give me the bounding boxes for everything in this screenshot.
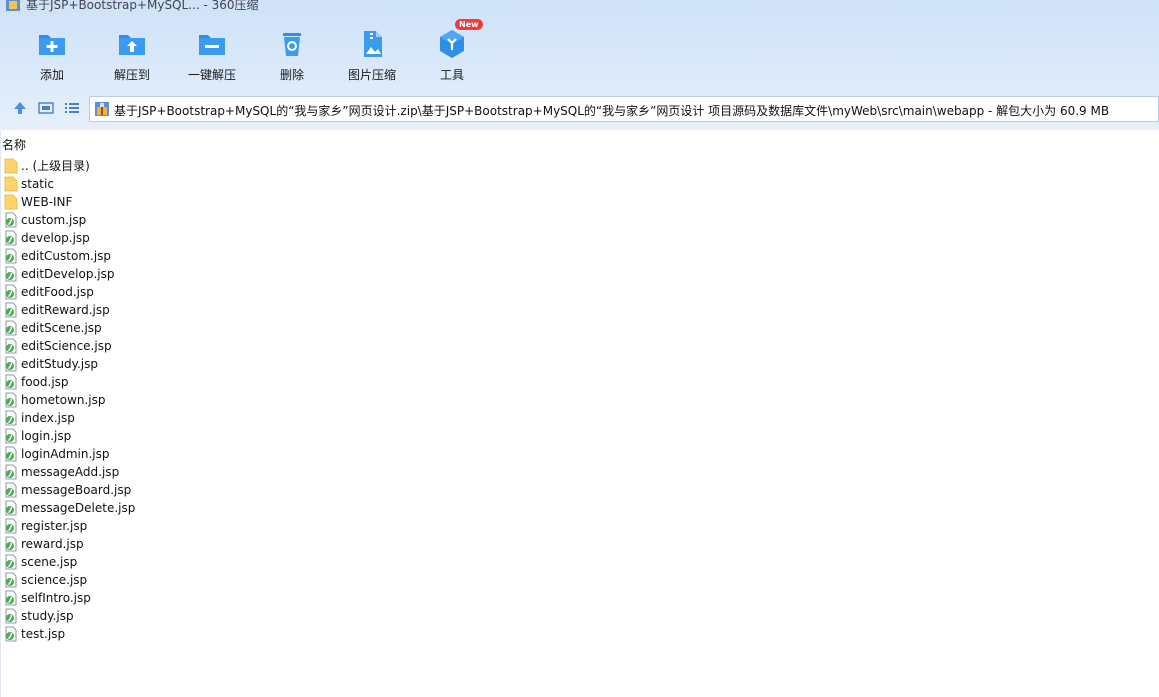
add-folder-icon — [39, 35, 65, 55]
jsp-file-icon — [5, 212, 17, 228]
one-click-extract-label: 一键解压 — [187, 68, 236, 82]
delete-icon — [283, 33, 301, 56]
app-logo-icon — [6, 0, 20, 11]
item-name: editDevelop.jsp — [21, 267, 115, 281]
item-name: messageBoard.jsp — [21, 483, 132, 497]
list-view-icon[interactable] — [64, 100, 80, 116]
item-name: test.jsp — [21, 627, 66, 641]
item-name: science.jsp — [21, 573, 88, 587]
tools-label: 工具 — [439, 68, 464, 82]
item-name: WEB-INF — [21, 195, 73, 209]
jsp-file-icon — [5, 284, 17, 300]
jsp-file-icon — [5, 302, 17, 318]
jsp-file-icon — [5, 572, 17, 588]
jsp-file-icon — [5, 392, 17, 408]
jsp-file-icon — [5, 230, 17, 246]
add-button[interactable]: 添加 — [12, 28, 92, 83]
jsp-file-icon — [5, 500, 17, 516]
item-name: editStudy.jsp — [21, 357, 98, 371]
toolbar-area: 基于JSP+Bootstrap+MySQL... - 360压缩 添加 解压到 … — [0, 0, 1159, 130]
folder-icon — [4, 194, 18, 210]
window-title: 基于JSP+Bootstrap+MySQL... - 360压缩 — [26, 0, 259, 12]
item-name: custom.jsp — [21, 213, 87, 227]
item-name: food.jsp — [21, 375, 69, 389]
item-name: loginAdmin.jsp — [21, 447, 110, 461]
address-bar[interactable]: 基于JSP+Bootstrap+MySQL的“我与家乡”网页设计.zip\基于J… — [89, 96, 1159, 122]
zip-archive-icon — [95, 102, 109, 116]
delete-label: 删除 — [279, 68, 304, 82]
jsp-file-icon — [5, 518, 17, 534]
image-compress-button[interactable]: 图片压缩 — [332, 28, 412, 83]
item-name: reward.jsp — [21, 537, 84, 551]
item-name: editCustom.jsp — [21, 249, 112, 263]
jsp-file-icon — [5, 608, 17, 624]
item-name: scene.jsp — [21, 555, 78, 569]
jsp-file-icon — [5, 410, 17, 426]
jsp-file-icon — [5, 464, 17, 480]
item-name: editScene.jsp — [21, 321, 102, 335]
jsp-file-icon — [5, 536, 17, 552]
jsp-file-icon — [5, 446, 17, 462]
item-name: messageDelete.jsp — [21, 501, 136, 515]
item-name: register.jsp — [21, 519, 88, 533]
item-name: study.jsp — [21, 609, 74, 623]
extract-to-icon — [119, 35, 145, 55]
jsp-file-icon — [5, 554, 17, 570]
tools-button[interactable]: New 工具 — [412, 19, 492, 83]
up-arrow-icon[interactable] — [12, 100, 28, 116]
image-compress-icon — [364, 31, 382, 57]
column-header-name[interactable]: 名称 — [2, 136, 26, 153]
item-name: index.jsp — [21, 411, 75, 425]
jsp-file-icon — [5, 338, 17, 354]
extract-to-button[interactable]: 解压到 — [92, 28, 172, 83]
thumbnail-view-icon[interactable] — [38, 100, 54, 116]
folder-icon — [4, 176, 18, 192]
jsp-file-icon — [5, 428, 17, 444]
address-path: 基于JSP+Bootstrap+MySQL的“我与家乡”网页设计.zip\基于J… — [114, 104, 1110, 118]
item-name: static — [21, 177, 54, 191]
jsp-file-icon — [5, 356, 17, 372]
jsp-file-icon — [5, 590, 17, 606]
item-name: editReward.jsp — [21, 303, 110, 317]
jsp-file-icon — [5, 266, 17, 282]
list-left-border — [0, 130, 1, 697]
one-click-extract-icon — [199, 35, 225, 55]
item-name: develop.jsp — [21, 231, 90, 245]
item-name: editFood.jsp — [21, 285, 94, 299]
item-name: hometown.jsp — [21, 393, 106, 407]
image-compress-label: 图片压缩 — [347, 68, 396, 82]
tools-icon — [440, 30, 464, 58]
extract-to-label: 解压到 — [113, 68, 150, 82]
new-badge: New — [455, 19, 483, 30]
item-name: login.jsp — [21, 429, 72, 443]
jsp-file-icon — [5, 248, 17, 264]
folder-icon — [4, 158, 18, 174]
jsp-file-icon — [5, 374, 17, 390]
jsp-file-icon — [5, 320, 17, 336]
jsp-file-icon — [5, 482, 17, 498]
item-name: selfIntro.jsp — [21, 591, 91, 605]
item-name: messageAdd.jsp — [21, 465, 120, 479]
jsp-file-icon — [5, 626, 17, 642]
item-name: editScience.jsp — [21, 339, 112, 353]
title-bar: 基于JSP+Bootstrap+MySQL... - 360压缩 — [0, 0, 1159, 14]
item-name: .. (上级目录) — [21, 159, 90, 173]
add-button-label: 添加 — [39, 68, 64, 82]
one-click-extract-button[interactable]: 一键解压 — [172, 28, 252, 83]
delete-button[interactable]: 删除 — [252, 28, 332, 83]
